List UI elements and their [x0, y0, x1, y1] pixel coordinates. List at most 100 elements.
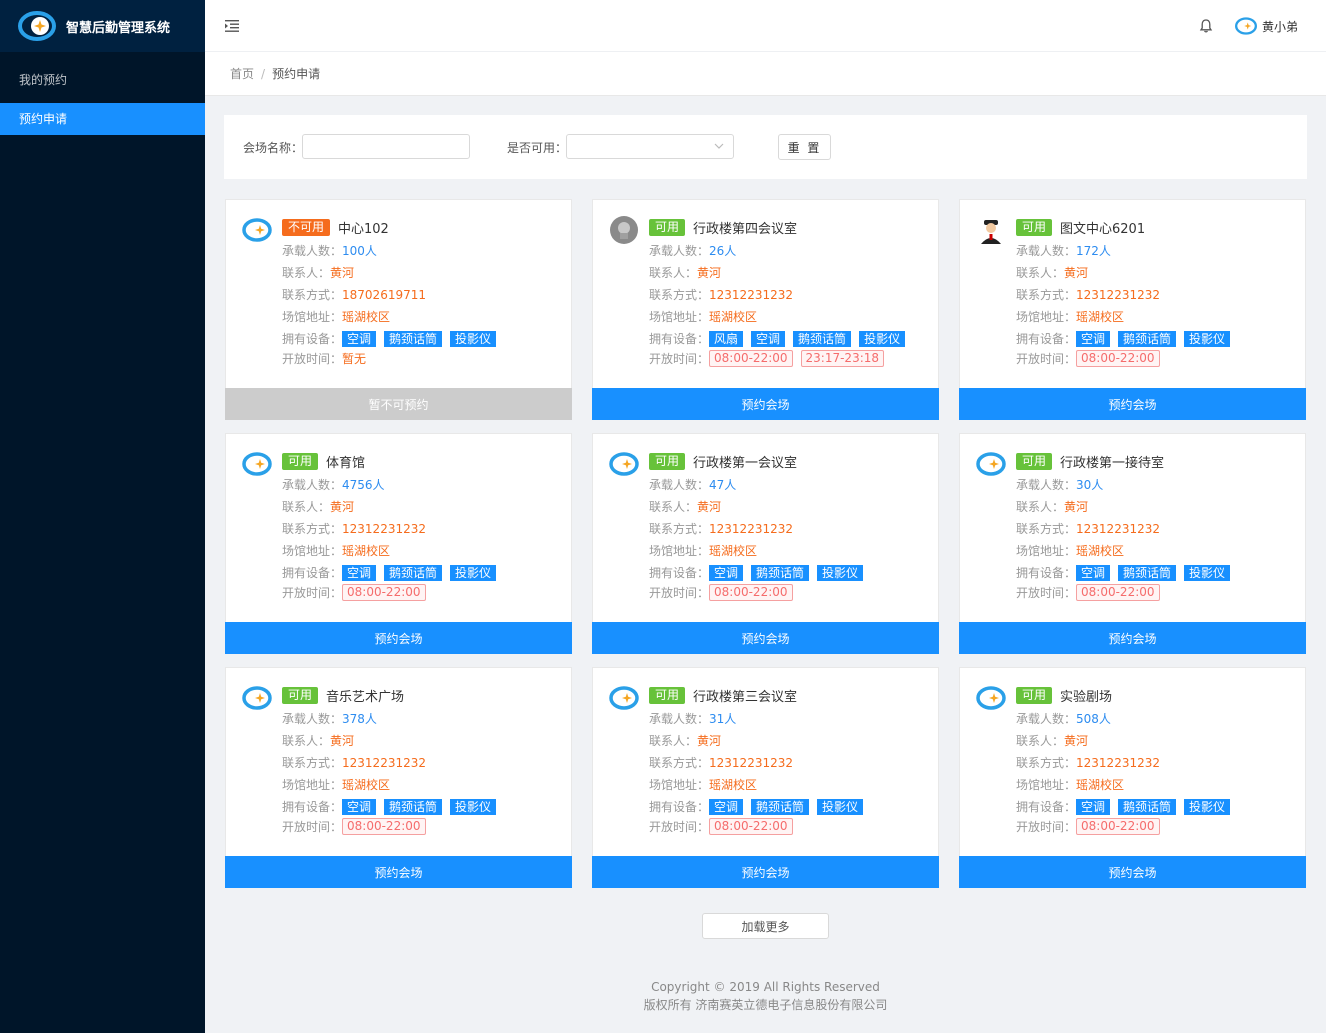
- address-row: 场馆地址： 瑶湖校区: [1016, 542, 1124, 559]
- status-badge: 不可用: [282, 219, 331, 236]
- equipment-label: 拥有设备：: [649, 566, 710, 580]
- venue-logo-icon: [609, 686, 639, 710]
- breadcrumb-separator: /: [261, 66, 266, 81]
- user-avatar-icon: [1235, 17, 1257, 35]
- reserve-venue-button[interactable]: 预约会场: [592, 622, 939, 654]
- open-time-row: 开放时间： 暂无: [282, 350, 366, 367]
- venue-name: 中心102: [338, 222, 389, 237]
- user-menu[interactable]: 黄小弟: [1235, 14, 1298, 38]
- bell-icon[interactable]: [1198, 18, 1214, 34]
- capacity-value: 378人: [342, 712, 377, 726]
- address-label: 场馆地址：: [1016, 778, 1077, 792]
- venue-title-row: 可用 实验剧场: [1016, 686, 1112, 705]
- open-time-row: 开放时间： 08:00-22:00: [1016, 818, 1168, 835]
- contact-row: 联系人： 黄河: [1016, 732, 1088, 749]
- status-badge: 可用: [1016, 687, 1053, 704]
- load-more-button[interactable]: 加载更多: [702, 913, 829, 939]
- equipment-tag: 鹅颈话筒: [1118, 330, 1177, 347]
- sidebar-item-my-reservations[interactable]: 我的预约: [0, 64, 205, 96]
- venue-name: 音乐艺术广场: [326, 690, 405, 705]
- open-time-label: 开放时间：: [282, 352, 343, 366]
- reserve-venue-button[interactable]: 预约会场: [225, 856, 572, 888]
- open-time-row: 开放时间： 08:00-22:00: [1016, 350, 1168, 367]
- venue-title-row: 可用 行政楼第一会议室: [649, 452, 797, 471]
- phone-value: 12312231232: [709, 287, 793, 302]
- contact-value: 黄河: [697, 734, 722, 748]
- menu-fold-icon[interactable]: [224, 18, 240, 34]
- sidebar-item-reservation-apply[interactable]: 预约申请: [0, 103, 205, 135]
- open-time-label: 开放时间：: [649, 820, 710, 834]
- reserve-venue-button[interactable]: 预约会场: [959, 388, 1306, 420]
- equipment-label: 拥有设备：: [282, 800, 343, 814]
- capacity-row: 承载人数： 508人: [1016, 710, 1111, 727]
- capacity-row: 承载人数： 4756人: [282, 476, 385, 493]
- venue-title-row: 可用 行政楼第一接待室: [1016, 452, 1164, 471]
- equipment-tag: 空调: [709, 564, 744, 581]
- open-time-label: 开放时间：: [1016, 820, 1077, 834]
- reserve-venue-button[interactable]: 预约会场: [592, 388, 939, 420]
- contact-label: 联系人：: [649, 266, 698, 280]
- equipment-tag: 空调: [1076, 330, 1111, 347]
- reset-button[interactable]: 重 置: [778, 134, 831, 160]
- equipment-tag: 投影仪: [817, 564, 864, 581]
- address-label: 场馆地址：: [1016, 544, 1077, 558]
- phone-label: 联系方式：: [282, 756, 343, 770]
- status-badge: 可用: [282, 453, 319, 470]
- phone-row: 联系方式： 18702619711: [282, 286, 426, 303]
- equipment-tag: 投影仪: [450, 798, 497, 815]
- contact-label: 联系人：: [282, 266, 331, 280]
- capacity-label: 承载人数：: [649, 244, 710, 258]
- footer-copyright: Copyright © 2019 All Rights Reserved: [651, 980, 880, 994]
- address-row: 场馆地址： 瑶湖校区: [1016, 308, 1124, 325]
- capacity-label: 承载人数：: [649, 712, 710, 726]
- venue-title-row: 可用 行政楼第三会议室: [649, 686, 797, 705]
- venue-title-row: 可用 行政楼第四会议室: [649, 218, 797, 237]
- address-row: 场馆地址： 瑶湖校区: [649, 308, 757, 325]
- phone-row: 联系方式： 12312231232: [282, 754, 426, 771]
- contact-value: 黄河: [330, 500, 355, 514]
- capacity-value: 30人: [1076, 478, 1104, 492]
- breadcrumb: 首页 / 预约申请: [205, 52, 1326, 96]
- phone-label: 联系方式：: [649, 756, 710, 770]
- venue-card: 可用 音乐艺术广场 承载人数： 378人 联系人： 黄河 联系方式： 12312…: [225, 667, 572, 888]
- equipment-label: 拥有设备：: [1016, 566, 1077, 580]
- capacity-label: 承载人数：: [282, 712, 343, 726]
- contact-row: 联系人： 黄河: [282, 732, 354, 749]
- phone-value: 12312231232: [1076, 755, 1160, 770]
- address-value: 瑶湖校区: [342, 310, 391, 324]
- address-row: 场馆地址： 瑶湖校区: [282, 542, 390, 559]
- venue-name: 实验剧场: [1060, 690, 1113, 705]
- open-time-tag: 08:00-22:00: [709, 818, 793, 835]
- contact-row: 联系人： 黄河: [1016, 264, 1088, 281]
- reserve-venue-button[interactable]: 预约会场: [959, 622, 1306, 654]
- phone-label: 联系方式：: [282, 522, 343, 536]
- breadcrumb-home[interactable]: 首页: [230, 65, 254, 82]
- venue-name-input[interactable]: [302, 134, 470, 159]
- reserve-venue-button[interactable]: 预约会场: [225, 622, 572, 654]
- open-time-label: 开放时间：: [1016, 586, 1077, 600]
- top-header: 黄小弟: [205, 0, 1326, 52]
- user-name: 黄小弟: [1262, 19, 1299, 34]
- phone-label: 联系方式：: [649, 288, 710, 302]
- filter-bar: 会场名称： 是否可用： 重 置: [224, 115, 1307, 179]
- phone-label: 联系方式：: [1016, 522, 1077, 536]
- venue-logo-icon: [976, 452, 1006, 476]
- capacity-label: 承载人数：: [1016, 244, 1077, 258]
- address-value: 瑶湖校区: [342, 544, 391, 558]
- venue-name: 行政楼第四会议室: [693, 222, 798, 237]
- venue-logo-icon: [242, 218, 272, 242]
- phone-row: 联系方式： 12312231232: [282, 520, 426, 537]
- contact-value: 黄河: [330, 266, 355, 280]
- venue-card: 可用 实验剧场 承载人数： 508人 联系人： 黄河 联系方式： 1231223…: [959, 667, 1306, 888]
- reserve-venue-button[interactable]: 预约会场: [959, 856, 1306, 888]
- available-select[interactable]: [566, 134, 734, 159]
- phone-value: 12312231232: [709, 521, 793, 536]
- reserve-disabled-button[interactable]: 暂不可预约: [225, 388, 572, 420]
- phone-row: 联系方式： 12312231232: [1016, 754, 1160, 771]
- venue-logo-icon: [609, 452, 639, 476]
- reserve-venue-button[interactable]: 预约会场: [592, 856, 939, 888]
- open-time-tag: 08:00-22:00: [1076, 584, 1160, 601]
- address-label: 场馆地址：: [282, 778, 343, 792]
- address-label: 场馆地址：: [649, 544, 710, 558]
- venue-title-row: 不可用 中心102: [282, 218, 389, 237]
